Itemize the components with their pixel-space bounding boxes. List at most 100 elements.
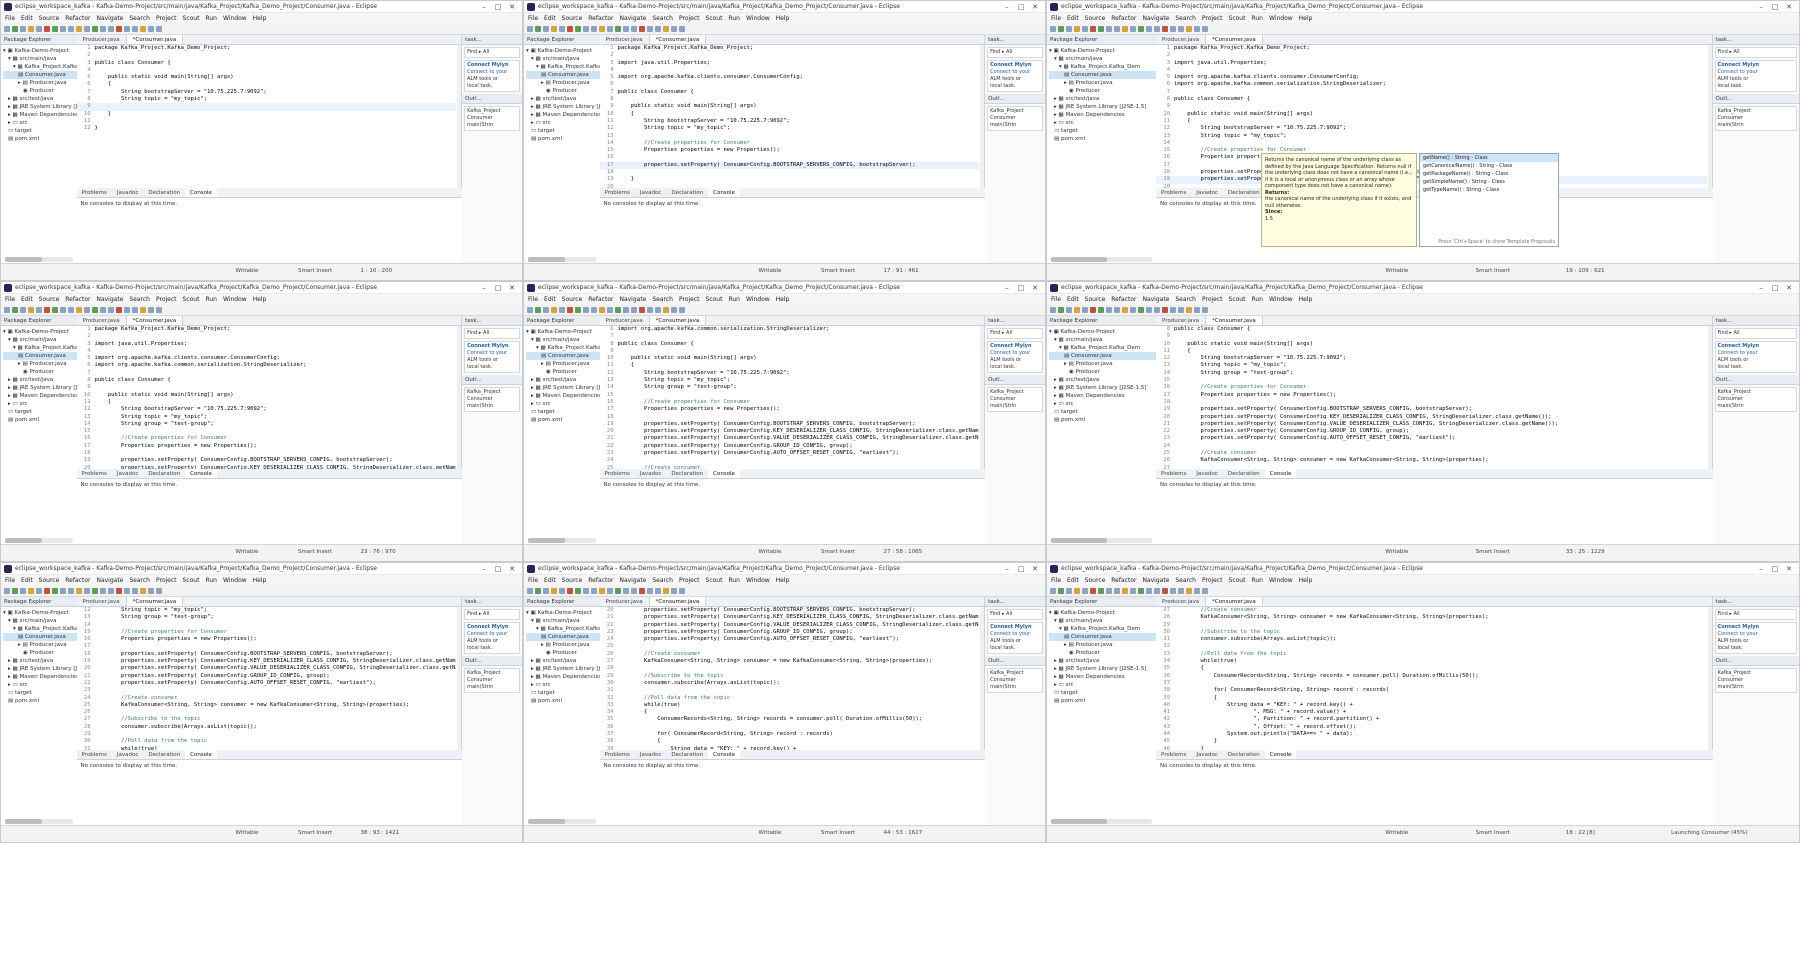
toolbar-icon[interactable] bbox=[615, 587, 621, 594]
outline-item[interactable]: Kafka_Project bbox=[467, 389, 517, 396]
tab-problems[interactable]: Problems bbox=[600, 188, 635, 197]
toolbar-icon[interactable] bbox=[1066, 25, 1072, 32]
tree-item[interactable]: ▾ ▣ Kafka-Demo-Project bbox=[1049, 328, 1156, 336]
menu-item-project[interactable]: Project bbox=[679, 15, 700, 22]
close-button[interactable]: ✕ bbox=[1782, 3, 1796, 11]
toolbar-icon[interactable] bbox=[1178, 306, 1184, 313]
toolbar-icon[interactable] bbox=[1194, 306, 1200, 313]
tree-item[interactable]: ▾ ▦ Kafka_Project.Kafka_Dem bbox=[1049, 63, 1156, 71]
tab-declaration[interactable]: Declaration bbox=[666, 469, 708, 478]
toolbar-icon[interactable] bbox=[663, 25, 669, 32]
toolbar-icon[interactable] bbox=[4, 587, 10, 594]
tab-producer-java[interactable]: Producer.java bbox=[600, 35, 650, 44]
toolbar-icon[interactable] bbox=[599, 306, 605, 313]
code-area[interactable]: 6 import org.apache.kafka.common.serializ… bbox=[600, 326, 979, 469]
outline-item[interactable]: Kafka_Project bbox=[990, 389, 1040, 396]
tree-item[interactable]: ▤ pom.xml bbox=[3, 697, 77, 705]
tab-console[interactable]: Console bbox=[708, 750, 740, 760]
toolbar-icon[interactable] bbox=[148, 587, 154, 594]
tree-item[interactable]: ▭ target bbox=[3, 127, 77, 135]
tree-item[interactable]: ▤ pom.xml bbox=[3, 135, 77, 143]
menu-item-refactor[interactable]: Refactor bbox=[65, 15, 90, 22]
menu-item-window[interactable]: Window bbox=[223, 296, 247, 303]
toolbar-icon[interactable] bbox=[132, 306, 138, 313]
tree-item[interactable]: ▸ ▦ src/test/java bbox=[1049, 657, 1156, 665]
tab-problems[interactable]: Problems bbox=[600, 750, 635, 759]
find-box[interactable]: Find ▸ All bbox=[464, 47, 520, 58]
horizontal-scrollbar[interactable] bbox=[1051, 538, 1153, 543]
tab-javadoc[interactable]: Javadoc bbox=[1191, 750, 1223, 759]
tree-item[interactable]: ▸ ▭ src bbox=[1049, 681, 1156, 689]
tab-console[interactable]: Console bbox=[185, 469, 217, 479]
menu-item-help[interactable]: Help bbox=[1299, 15, 1313, 22]
outline-item[interactable]: Kafka_Project bbox=[990, 670, 1040, 677]
tree-item[interactable]: ▸ ▦ JRE System Library [J2SE-1.5] bbox=[1049, 665, 1156, 673]
tree-item[interactable]: ◉ Producer bbox=[3, 649, 77, 657]
outline-item[interactable]: main(Strin bbox=[1718, 122, 1794, 129]
outline-item[interactable]: Kafka_Project bbox=[1718, 670, 1794, 677]
tree-item[interactable]: ▸ ▭ src bbox=[3, 400, 77, 408]
toolbar-icon[interactable] bbox=[84, 306, 90, 313]
scrollbar-thumb[interactable] bbox=[528, 538, 566, 543]
tab-javadoc[interactable]: Javadoc bbox=[635, 469, 667, 478]
toolbar-icon[interactable] bbox=[92, 25, 98, 32]
toolbar-icon[interactable] bbox=[623, 306, 629, 313]
tree-item[interactable]: ▸ ▦ src/test/java bbox=[1049, 376, 1156, 384]
tree-item[interactable]: ▸ ▦ Maven Dependencies bbox=[3, 673, 77, 681]
tab-javadoc[interactable]: Javadoc bbox=[112, 750, 144, 759]
mylyn-text[interactable]: Connect to your bbox=[990, 350, 1040, 357]
toolbar-icon[interactable] bbox=[92, 306, 98, 313]
menu-item-refactor[interactable]: Refactor bbox=[1111, 577, 1136, 584]
toolbar-icon[interactable] bbox=[1058, 25, 1064, 32]
tree-item[interactable]: ▾ ▦ src/main/java bbox=[3, 55, 77, 63]
toolbar-icon[interactable] bbox=[639, 587, 645, 594]
toolbar-icon[interactable] bbox=[1058, 306, 1064, 313]
menu-item-edit[interactable]: Edit bbox=[1067, 15, 1079, 22]
tree-item[interactable]: ▸ ▦ Maven Dependencies bbox=[1049, 673, 1156, 681]
tree-item[interactable]: ▾ ▦ Kafka_Project.Kafka_Dem bbox=[526, 625, 600, 633]
tree-item[interactable]: ▤ Consumer.java bbox=[1049, 633, 1157, 641]
menu-item-search[interactable]: Search bbox=[129, 15, 150, 22]
outline-item[interactable]: Consumer bbox=[467, 677, 517, 684]
toolbar-icon[interactable] bbox=[108, 25, 114, 32]
toolbar-icon[interactable] bbox=[607, 587, 613, 594]
menu-item-run[interactable]: Run bbox=[205, 15, 217, 22]
menu-item-search[interactable]: Search bbox=[652, 577, 673, 584]
toolbar-icon[interactable] bbox=[1074, 587, 1080, 594]
toolbar-icon[interactable] bbox=[1130, 306, 1136, 313]
toolbar-icon[interactable] bbox=[132, 587, 138, 594]
find-box[interactable]: Find ▸ All bbox=[987, 328, 1043, 339]
close-button[interactable]: ✕ bbox=[505, 565, 519, 573]
toolbar-icon[interactable] bbox=[100, 25, 106, 32]
toolbar-icon[interactable] bbox=[1194, 587, 1200, 594]
tree-item[interactable]: ◉ Producer bbox=[3, 368, 77, 376]
toolbar-icon[interactable] bbox=[108, 587, 114, 594]
tree-item[interactable]: ▸ ▦ Maven Dependencies bbox=[1049, 392, 1156, 400]
toolbar-icon[interactable] bbox=[44, 587, 50, 594]
toolbar-icon[interactable] bbox=[1082, 306, 1088, 313]
minimize-button[interactable]: – bbox=[477, 3, 491, 11]
toolbar-icon[interactable] bbox=[1138, 25, 1144, 32]
toolbar-icon[interactable] bbox=[1162, 25, 1168, 32]
toolbar-icon[interactable] bbox=[1154, 587, 1160, 594]
find-box[interactable]: Find ▸ All bbox=[1714, 609, 1797, 620]
tree-item[interactable]: ▤ Consumer.java bbox=[1049, 71, 1157, 79]
toolbar-icon[interactable] bbox=[1202, 587, 1208, 594]
tab-javadoc[interactable]: Javadoc bbox=[635, 188, 667, 197]
toolbar-icon[interactable] bbox=[1122, 25, 1128, 32]
tree-item[interactable]: ▾ ▦ src/main/java bbox=[3, 617, 77, 625]
toolbar-icon[interactable] bbox=[559, 587, 565, 594]
mylyn-text[interactable]: Connect to your bbox=[990, 631, 1040, 638]
menu-item-scout[interactable]: Scout bbox=[183, 15, 200, 22]
tree-item[interactable]: ▸ ▭ src bbox=[526, 681, 600, 689]
close-button[interactable]: ✕ bbox=[505, 3, 519, 11]
maximize-button[interactable]: □ bbox=[1014, 565, 1028, 573]
tree-item[interactable]: ▸ ▦ JRE System Library [J2SE-1.5] bbox=[1049, 103, 1156, 111]
outline-item[interactable]: main(Strin bbox=[990, 122, 1040, 129]
toolbar-icon[interactable] bbox=[20, 306, 26, 313]
menu-item-run[interactable]: Run bbox=[728, 15, 740, 22]
scrollbar-thumb[interactable] bbox=[528, 257, 566, 262]
tree-item[interactable]: ▸ ▭ src bbox=[526, 400, 600, 408]
find-box[interactable]: Find ▸ All bbox=[464, 328, 520, 339]
toolbar-icon[interactable] bbox=[36, 25, 42, 32]
